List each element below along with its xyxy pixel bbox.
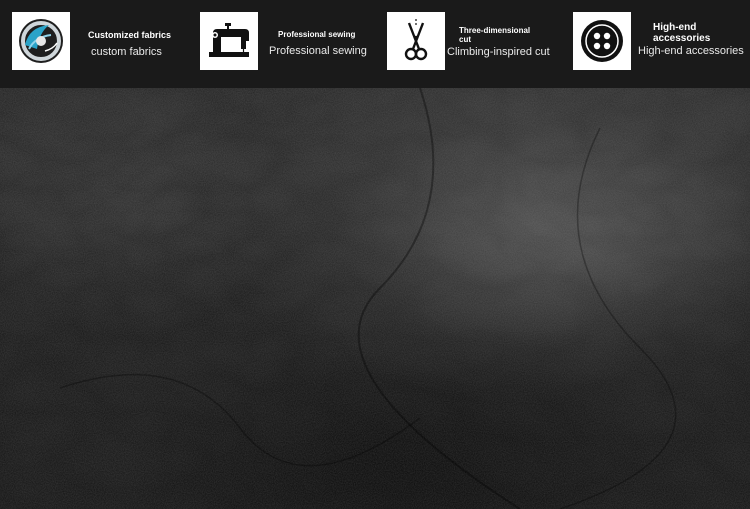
button-icon (573, 12, 631, 70)
feature-high-end-accessories: High-end accessories High-end accessorie… (562, 0, 750, 88)
feature-subtitle: Climbing-inspired cut (447, 46, 550, 58)
feature-title: Professional sewing (278, 30, 356, 39)
feature-bar: Customized fabrics custom fabrics Profes… (0, 0, 750, 88)
feature-subtitle: Professional sewing (269, 45, 367, 57)
leather-texture-image (0, 88, 750, 509)
fabric-roll-icon (12, 12, 70, 70)
feature-title: Three-dimensional cut (459, 26, 531, 44)
product-detail-banner: Customized fabrics custom fabrics Profes… (0, 0, 750, 509)
feature-three-dimensional-cut: Three-dimensional cut Climbing-inspired … (374, 0, 562, 88)
feature-customized-fabrics: Customized fabrics custom fabrics (0, 0, 187, 88)
scissors-icon (387, 12, 445, 70)
sewing-machine-icon (200, 12, 258, 70)
feature-subtitle: custom fabrics (91, 46, 162, 58)
feature-subtitle: High-end accessories (638, 45, 744, 57)
feature-title: High-end accessories (653, 22, 711, 44)
feature-title: Customized fabrics (88, 30, 172, 40)
feature-professional-sewing: Professional sewing Professional sewing (187, 0, 374, 88)
